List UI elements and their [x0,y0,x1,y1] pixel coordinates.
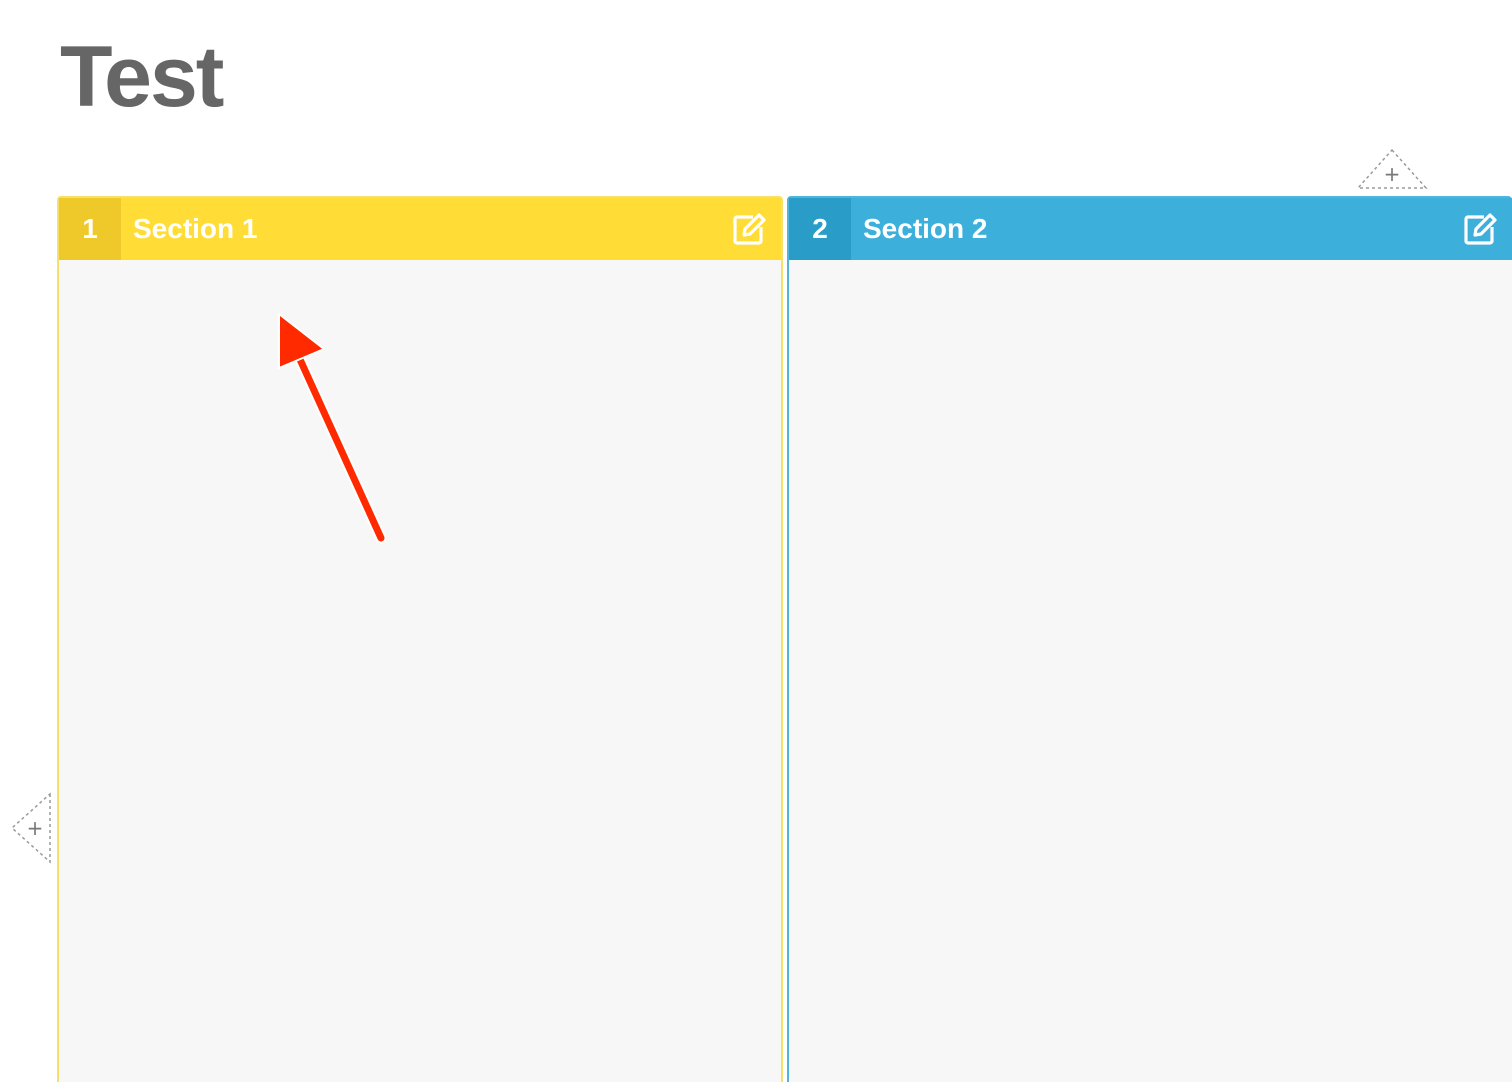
section-title[interactable]: Section 1 [133,213,729,245]
edit-section-button[interactable] [729,209,769,249]
edit-icon [1464,213,1497,245]
annotation-arrow-icon [278,313,387,544]
section-number: 1 [59,198,121,260]
add-section-left-button[interactable]: + [8,792,54,864]
section-title[interactable]: Section 2 [863,213,1460,245]
edit-section-button[interactable] [1460,209,1500,249]
plus-icon: + [1384,162,1401,186]
add-section-top-button[interactable]: + [1356,148,1428,192]
section-body-dropzone[interactable] [789,260,1512,1082]
section-card-2: 2 Section 2 [787,196,1512,1082]
edit-icon [733,213,766,245]
section-card-1: 1 Section 1 [57,196,783,1082]
section-body-dropzone[interactable] [59,260,781,1082]
section-number: 2 [789,198,851,260]
section-header: 1 Section 1 [59,198,781,260]
board-page: Test + + 1 Section 1 2 Section 2 [0,0,1512,1082]
section-header: 2 Section 2 [789,198,1512,260]
plus-icon: + [27,816,44,840]
board-title: Test [60,29,224,125]
